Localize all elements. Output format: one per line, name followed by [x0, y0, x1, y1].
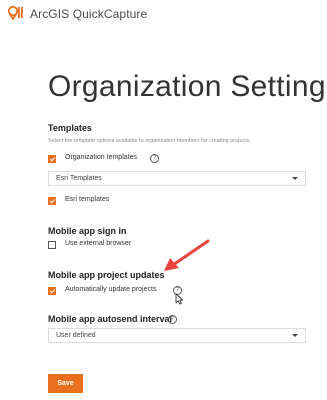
templates-select[interactable]: Esri Templates [48, 171, 306, 186]
save-button[interactable]: Save [48, 374, 83, 393]
autosend-select[interactable]: User defined [48, 328, 306, 343]
org-templates-checkbox[interactable] [48, 155, 56, 163]
app-title: ArcGIS QuickCapture [30, 7, 148, 21]
app-header: ArcGIS QuickCapture [0, 0, 327, 30]
mouse-cursor-icon [175, 293, 184, 305]
annotation-arrow-icon [164, 239, 210, 271]
autosend-select-value: User defined [56, 332, 96, 339]
project-updates-heading: Mobile app project updates [48, 270, 165, 280]
templates-description: Select the template options available to… [48, 138, 251, 144]
autosend-heading: Mobile app autosend interval [48, 314, 173, 324]
auto-update-label: Automatically update projects [65, 286, 157, 293]
templates-heading: Templates [48, 123, 92, 133]
esri-templates-checkbox[interactable] [48, 197, 56, 205]
sign-in-heading: Mobile app sign in [48, 226, 127, 236]
map-pin-logo-icon [7, 5, 23, 21]
chevron-down-icon [292, 334, 298, 337]
templates-select-value: Esri Templates [56, 175, 102, 182]
org-templates-label: Organization templates [65, 154, 137, 161]
esri-templates-label: Esri templates [65, 196, 110, 203]
help-icon[interactable]: ? [168, 315, 177, 324]
chevron-down-icon [292, 177, 298, 180]
external-browser-checkbox[interactable] [48, 241, 56, 249]
auto-update-checkbox[interactable] [48, 287, 56, 295]
help-icon[interactable]: ? [150, 154, 159, 163]
page-title: Organization Settings [48, 70, 327, 103]
external-browser-label: Use external browser [65, 240, 132, 247]
